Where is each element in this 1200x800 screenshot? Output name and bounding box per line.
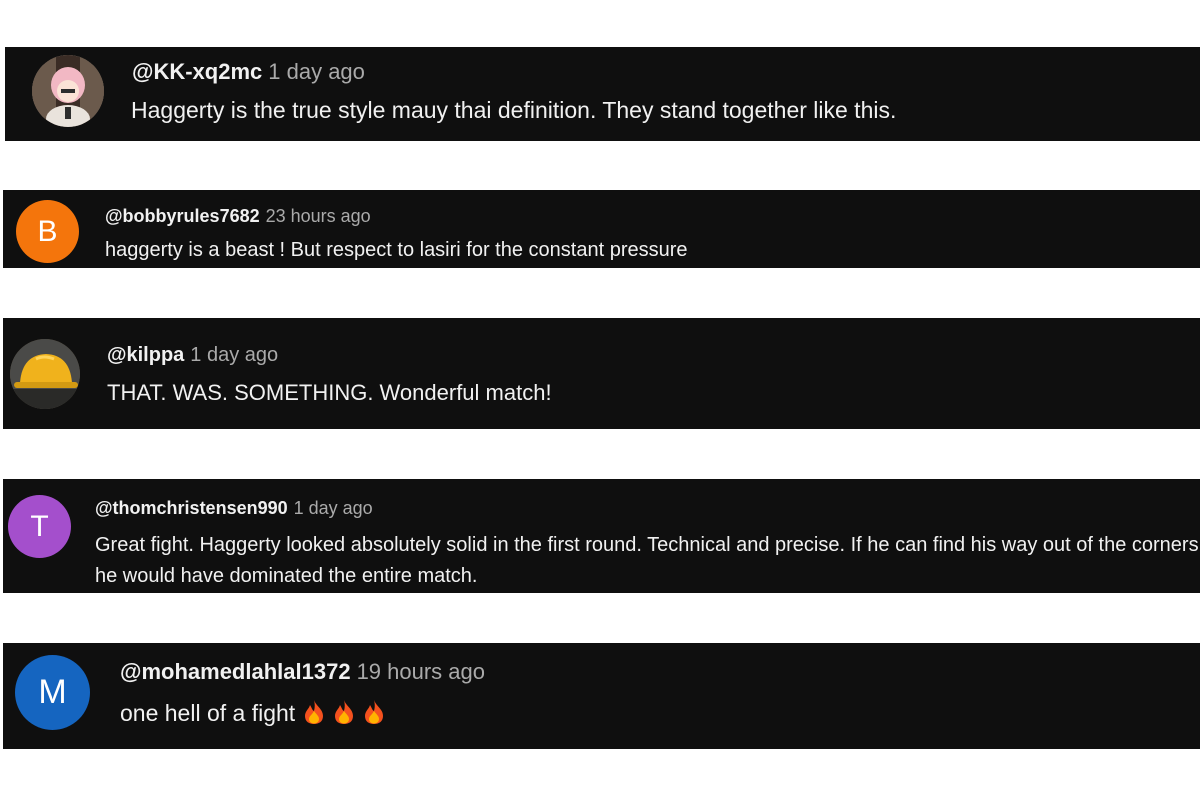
comment-text: THAT. WAS. SOMETHING. Wonderful match! <box>107 380 552 405</box>
hardhat-avatar-icon <box>10 339 80 409</box>
comment-text: Haggerty is the true style mauy thai def… <box>131 97 897 123</box>
comment-timestamp[interactable]: 1 day ago <box>268 59 365 84</box>
anime-character-avatar-icon <box>32 55 104 127</box>
comment-header: @bobbyrules7682 23 hours ago <box>105 206 371 227</box>
comment-timestamp[interactable]: 23 hours ago <box>266 206 371 226</box>
comment-card: @KK-xq2mc 1 day ago Haggerty is the true … <box>5 47 1200 141</box>
avatar[interactable] <box>10 339 80 409</box>
comment-text: one hell of a fight <box>120 700 296 726</box>
comment-header: @KK-xq2mc 1 day ago <box>132 59 365 85</box>
comment-timestamp[interactable]: 1 day ago <box>190 344 278 366</box>
avatar-letter: T <box>30 509 49 543</box>
avatar-letter: M <box>38 673 67 711</box>
comment-card: M @mohamedlahlal1372 19 hours ago one hel… <box>3 643 1200 749</box>
comment-header: @thomchristensen990 1 day ago <box>95 498 373 519</box>
avatar[interactable]: M <box>15 655 90 730</box>
comment-author[interactable]: @KK-xq2mc <box>132 59 262 84</box>
avatar-letter: B <box>37 214 58 248</box>
avatar[interactable]: B <box>16 200 79 263</box>
comment-timestamp[interactable]: 19 hours ago <box>357 659 485 684</box>
comment-header: @kilppa 1 day ago <box>107 344 278 367</box>
fire-icon <box>365 700 384 724</box>
fire-icon <box>335 700 354 724</box>
comment-timestamp[interactable]: 1 day ago <box>294 498 373 518</box>
avatar[interactable] <box>32 55 104 127</box>
comment-card: @kilppa 1 day ago THAT. WAS. SOMETHING. W… <box>3 318 1200 429</box>
comment-text: Great fight. Haggerty looked absolutely … <box>95 534 1199 587</box>
comment-card: T @thomchristensen990 1 day ago Great fig… <box>3 479 1200 593</box>
comment-card: B @bobbyrules7682 23 hours ago haggerty i… <box>3 190 1200 268</box>
comment-author[interactable]: @kilppa <box>107 344 184 366</box>
comment-author[interactable]: @thomchristensen990 <box>95 498 288 518</box>
comment-author[interactable]: @mohamedlahlal1372 <box>120 659 351 684</box>
comment-header: @mohamedlahlal1372 19 hours ago <box>120 659 485 685</box>
fire-icon <box>305 700 324 724</box>
avatar[interactable]: T <box>8 495 71 558</box>
comment-text: haggerty is a beast ! But respect to las… <box>105 239 688 261</box>
comment-author[interactable]: @bobbyrules7682 <box>105 206 260 226</box>
comment-body: one hell of a fight <box>120 699 385 727</box>
